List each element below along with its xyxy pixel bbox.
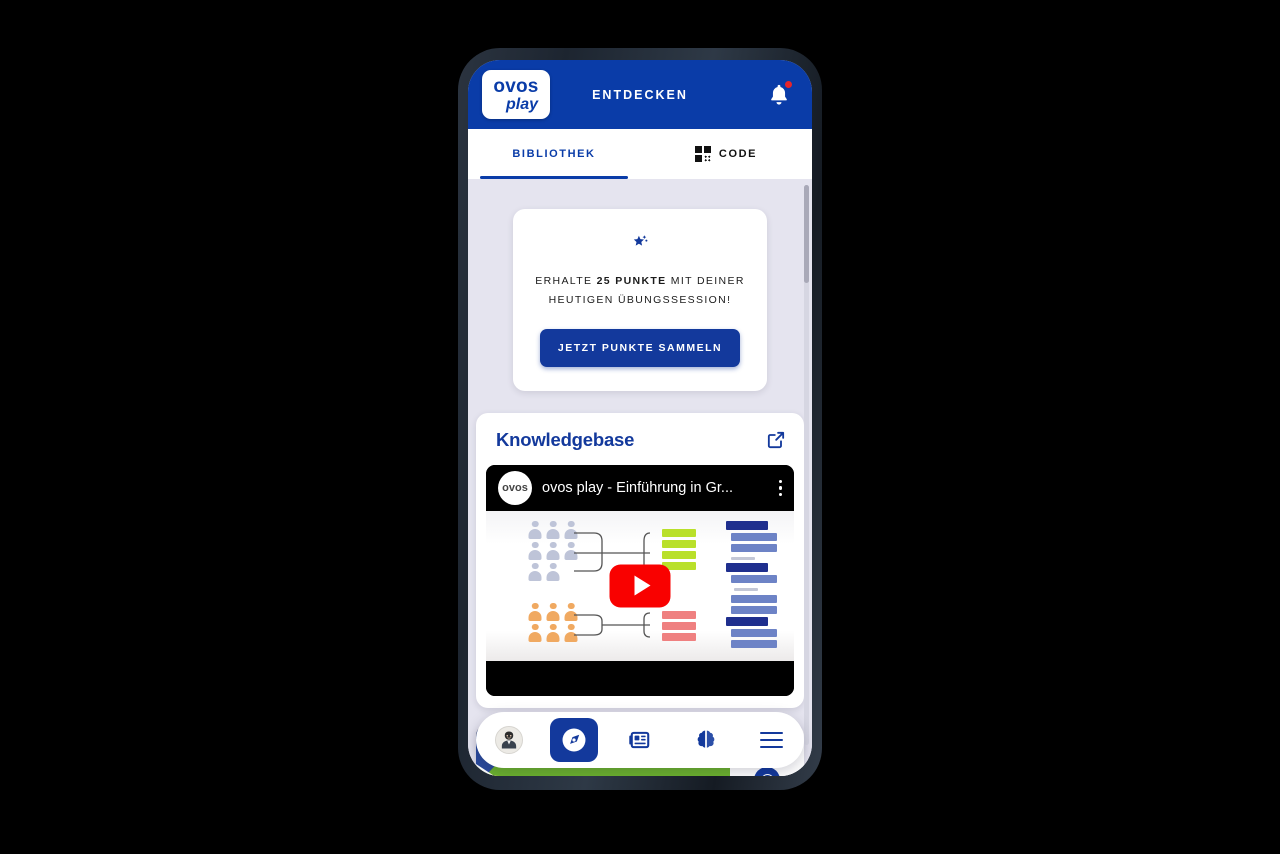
- logo-line-play: play: [505, 95, 538, 113]
- kebab-menu-icon[interactable]: [771, 479, 782, 497]
- promo-points: 25 PUNKTE: [596, 275, 667, 287]
- ovos-play-logo[interactable]: ovos play: [482, 70, 550, 119]
- avatar-icon: [494, 726, 523, 754]
- hamburger-menu-icon: [759, 731, 783, 749]
- diagram-bar-blue: [731, 543, 777, 552]
- promo-text-before: ERHALTE: [535, 275, 597, 287]
- compass-icon: [754, 767, 780, 776]
- diagram-bar-green: [662, 539, 696, 548]
- diagram-bar-divider: [731, 556, 755, 560]
- qr-code-icon: [694, 146, 711, 162]
- diagram-bar-blue: [726, 616, 768, 626]
- diagram-bar-green: [662, 550, 696, 559]
- channel-avatar: ovos: [498, 470, 532, 505]
- youtube-video-player[interactable]: ovos ovos play - Einführung in Gr...: [486, 464, 794, 696]
- tab-bar: BIBLIOTHEK CODE: [468, 129, 812, 179]
- diagram-bar-divider: [734, 587, 758, 591]
- knowledgebase-header: Knowledgebase: [486, 427, 794, 465]
- diagram-bar-blue: [731, 605, 777, 614]
- diagram-bar-blue: [726, 520, 768, 530]
- notifications-button[interactable]: [766, 79, 793, 108]
- tab-bibliothek[interactable]: BIBLIOTHEK: [468, 129, 640, 179]
- phone-frame: ovos play ENTDECKEN BIBLIOTHEK CODE ERHA…: [458, 48, 822, 790]
- video-thumbnail[interactable]: [486, 510, 794, 661]
- diagram-bar-red: [662, 632, 696, 641]
- nav-item-brain[interactable]: [682, 718, 730, 762]
- bottom-navigation-bar: [476, 712, 804, 768]
- nav-item-menu[interactable]: [747, 718, 795, 762]
- promo-text: ERHALTE 25 PUNKTE MIT DEINER HEUTIGEN ÜB…: [529, 272, 751, 311]
- diagram-bar-blue: [731, 594, 777, 603]
- collect-points-button[interactable]: JETZT PUNKTE SAMMELN: [539, 328, 741, 367]
- nav-item-news[interactable]: [616, 718, 664, 762]
- tab-code-label: CODE: [718, 148, 758, 160]
- phone-screen: ovos play ENTDECKEN BIBLIOTHEK CODE ERHA…: [468, 60, 812, 776]
- news-card-icon: [629, 731, 650, 749]
- brain-icon: [697, 730, 714, 748]
- app-header: ovos play ENTDECKEN: [468, 60, 812, 129]
- daily-points-promo-card: ERHALTE 25 PUNKTE MIT DEINER HEUTIGEN ÜB…: [513, 209, 767, 391]
- youtube-play-icon[interactable]: [609, 564, 671, 608]
- sparkle-star-icon: [633, 235, 648, 246]
- video-footer-bar: [486, 660, 794, 696]
- diagram-bar-blue: [731, 628, 777, 637]
- external-link-icon[interactable]: [766, 430, 786, 450]
- diagram-bar-red: [662, 610, 696, 619]
- compass-icon: [562, 728, 586, 752]
- nav-item-discover[interactable]: [550, 718, 599, 762]
- diagram-bar-blue: [726, 562, 768, 572]
- diagram-bar-blue: [731, 574, 777, 583]
- diagram-bar-blue: [731, 639, 777, 648]
- video-title[interactable]: ovos play - Einführung in Gr...: [542, 480, 771, 496]
- tab-bibliothek-label: BIBLIOTHEK: [512, 148, 596, 160]
- diagram-bar-blue: [731, 532, 777, 541]
- content-scroll-area[interactable]: ERHALTE 25 PUNKTE MIT DEINER HEUTIGEN ÜB…: [468, 179, 812, 776]
- tab-code[interactable]: CODE: [640, 129, 812, 179]
- knowledgebase-card: Knowledgebase ovos ovos play - Einführun…: [476, 412, 804, 708]
- nav-item-profile[interactable]: [485, 718, 533, 762]
- scrollbar-thumb[interactable]: [804, 185, 809, 283]
- video-topbar: ovos ovos play - Einführung in Gr...: [486, 464, 794, 511]
- diagram-bar-red: [662, 621, 696, 630]
- knowledgebase-title: Knowledgebase: [496, 428, 635, 450]
- logo-line-ovos: ovos: [493, 75, 539, 97]
- notification-badge: [784, 79, 793, 89]
- diagram-bar-green: [662, 528, 696, 537]
